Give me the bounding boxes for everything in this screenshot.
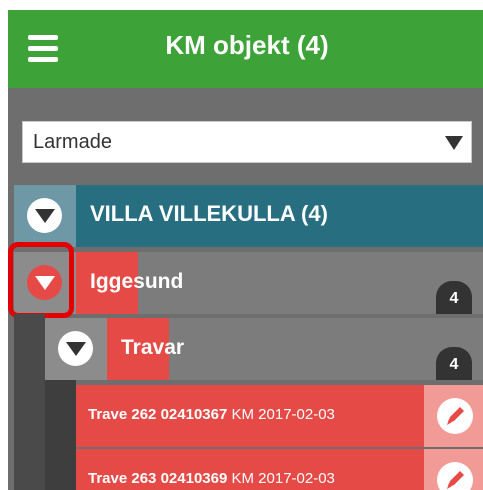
count-badge: 4 bbox=[436, 347, 472, 380]
count-badge: 4 bbox=[436, 281, 472, 314]
collapse-toggle-icon[interactable] bbox=[27, 198, 62, 233]
list-item[interactable]: Trave 263 02410369 KM 2017-02-03 bbox=[76, 449, 483, 490]
app-header: KM objekt (4) bbox=[8, 10, 483, 88]
item-name: Trave 262 bbox=[88, 406, 157, 423]
item-id: 02410369 bbox=[160, 470, 228, 487]
page-title: KM objekt (4) bbox=[165, 30, 329, 60]
collapse-toggle-icon[interactable] bbox=[58, 331, 93, 366]
item-date: 2017-02-03 bbox=[258, 406, 335, 423]
tree-row-iggesund[interactable]: Iggesund 4 bbox=[14, 252, 483, 314]
tree-row-label: VILLA VILLEKULLA (4) bbox=[90, 201, 328, 226]
pencil-icon bbox=[447, 471, 464, 489]
item-type: KM bbox=[231, 470, 255, 487]
highlight-outline bbox=[8, 242, 74, 318]
app-frame: KM objekt (4) Larmade VILLA VILLEKULLA (… bbox=[8, 10, 483, 490]
filter-select[interactable]: Larmade bbox=[22, 121, 472, 163]
item-date: 2017-02-03 bbox=[258, 470, 335, 487]
item-type: KM bbox=[231, 406, 255, 423]
tree-row-villa[interactable]: VILLA VILLEKULLA (4) bbox=[14, 185, 483, 247]
filter-bar: Larmade bbox=[8, 88, 483, 193]
edit-button[interactable] bbox=[424, 449, 483, 490]
tree-row-travar[interactable]: Travar 4 bbox=[45, 318, 483, 380]
tree-row-label: Travar bbox=[121, 336, 185, 359]
pencil-icon bbox=[447, 407, 464, 425]
tree-row-label: Iggesund bbox=[90, 270, 184, 293]
item-name: Trave 263 bbox=[88, 470, 157, 487]
item-id: 02410367 bbox=[160, 406, 228, 423]
list-item[interactable]: Trave 262 02410367 KM 2017-02-03 bbox=[76, 385, 483, 447]
filter-select-value: Larmade bbox=[33, 131, 112, 153]
edit-button[interactable] bbox=[424, 385, 483, 447]
chevron-down-icon bbox=[445, 136, 463, 150]
